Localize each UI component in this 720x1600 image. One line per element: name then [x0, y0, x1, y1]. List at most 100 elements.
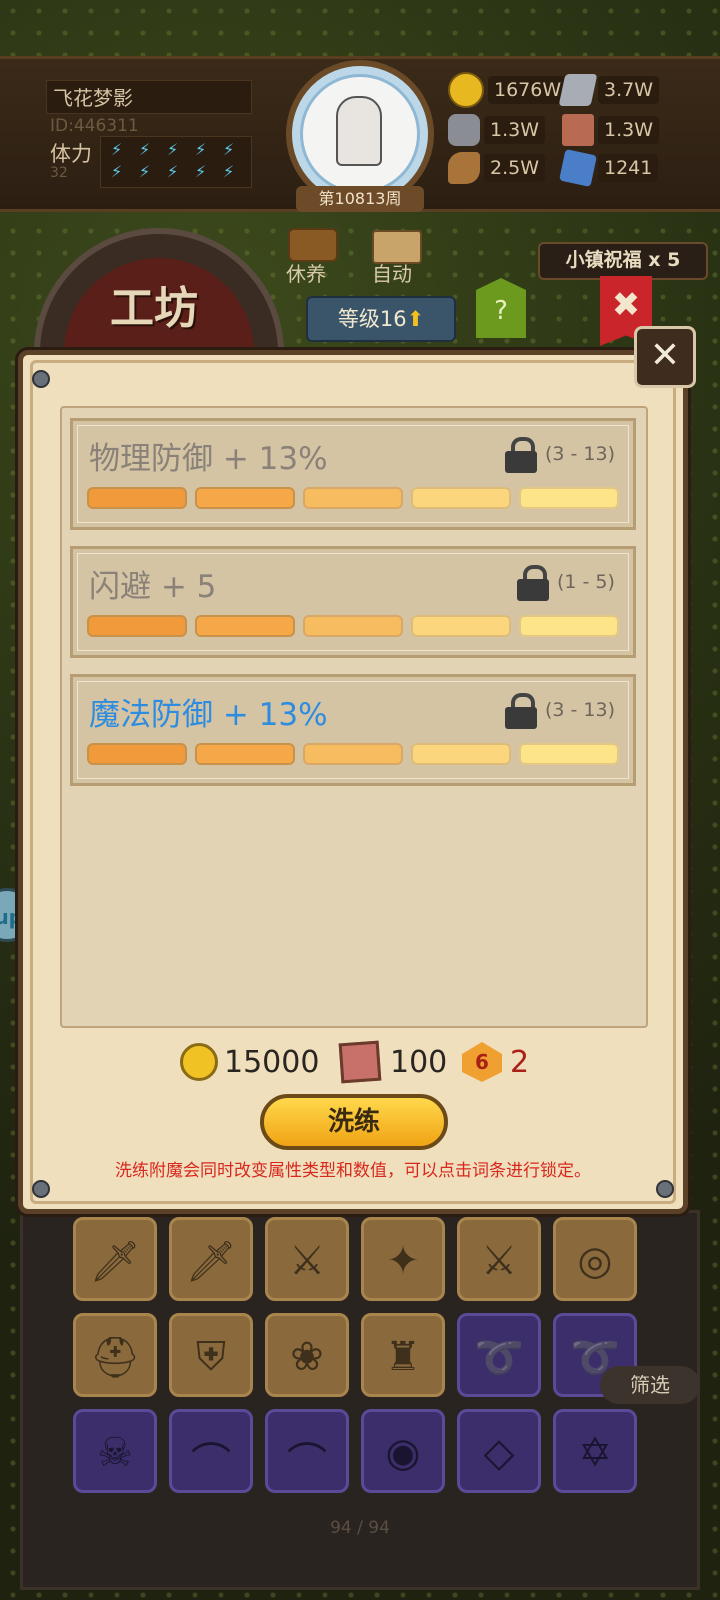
equipment-slot[interactable]: ◉: [361, 1409, 445, 1493]
page-count: 94 / 94: [330, 1518, 390, 1538]
stat-row[interactable]: 闪避 + 5 (1 - 5): [70, 546, 636, 658]
quality-segment: [411, 487, 511, 509]
leather-icon: [562, 114, 594, 146]
dice-icon: 6: [462, 1042, 502, 1082]
equipment-slot[interactable]: ❀: [265, 1313, 349, 1397]
quality-segment: [303, 487, 403, 509]
whip-icon: ➰: [474, 1335, 524, 1381]
cost-gold-value: 15000: [224, 1044, 320, 1080]
lightning-icon: ⚡: [111, 140, 123, 159]
stat-name: 魔法防御 + 13%: [89, 697, 328, 733]
stat-row[interactable]: 物理防御 + 13% (3 - 13): [70, 418, 636, 530]
lightning-icon: ⚡: [167, 162, 179, 181]
town-blessing-badge[interactable]: 小镇祝福 x 5: [538, 242, 708, 280]
spear-icon: ⚔: [481, 1238, 517, 1284]
stat-range: (1 - 5): [557, 571, 615, 593]
rest-button[interactable]: 休养: [286, 258, 326, 287]
stat-range: (3 - 13): [545, 443, 616, 465]
gem-ring-icon: ◇: [483, 1430, 515, 1476]
treasure-chest-icon[interactable]: [288, 228, 338, 262]
resource-stone: 1.3W: [448, 114, 546, 146]
equipment-slot[interactable]: ⚔: [457, 1217, 541, 1301]
equipment-slot[interactable]: ☠: [73, 1409, 157, 1493]
rivet-icon: [32, 370, 50, 388]
week-counter: 第10813周: [296, 186, 424, 212]
lightning-icon: ⚡: [223, 140, 235, 159]
wood-log-icon: [448, 152, 480, 184]
equipment-slot[interactable]: ♜: [361, 1313, 445, 1397]
lock-icon[interactable]: [505, 693, 537, 729]
rivet-icon: [656, 1180, 674, 1198]
help-button[interactable]: ?: [476, 278, 526, 338]
filter-button[interactable]: 筛选: [600, 1366, 700, 1404]
gold-coin-icon: [180, 1043, 218, 1081]
lightning-icon: ⚡: [195, 162, 207, 181]
equipment-slot[interactable]: 🗡: [73, 1217, 157, 1301]
quality-segment: [87, 487, 187, 509]
player-name: 飞花梦影: [46, 80, 252, 114]
armor-icon: ♜: [385, 1334, 421, 1380]
level-upgrade-button[interactable]: 等级16⬆: [306, 296, 456, 342]
equipment-slot[interactable]: ⌒: [169, 1409, 253, 1493]
quality-segment: [411, 615, 511, 637]
gold-coin-icon: [448, 72, 484, 108]
resource-crystal: 1241: [559, 149, 659, 187]
lightning-icon: ⚡: [139, 140, 151, 159]
helmet-icon: ⛑: [89, 1335, 141, 1381]
stat-range: (3 - 13): [545, 699, 616, 721]
player-id: ID:446311: [50, 116, 139, 136]
lightning-icon: ⚡: [223, 162, 235, 181]
equipment-slot[interactable]: 🗡: [169, 1217, 253, 1301]
lock-icon[interactable]: [517, 565, 549, 601]
equipment-slot[interactable]: ⚔: [265, 1217, 349, 1301]
quality-segment: [195, 615, 295, 637]
equipment-slot[interactable]: ⛑: [73, 1313, 157, 1397]
refine-hint: 洗练附魔会同时改变属性类型和数值，可以点击词条进行锁定。: [115, 1161, 591, 1181]
equipment-slot[interactable]: ◎: [553, 1217, 637, 1301]
equipment-slot[interactable]: ➰: [457, 1313, 541, 1397]
lightning-icon: ⚡: [195, 140, 207, 159]
resource-iron: 3.7W: [558, 74, 660, 106]
stat-name: 物理防御 + 13%: [89, 441, 328, 477]
refine-button[interactable]: 洗练: [260, 1094, 448, 1150]
quality-segment: [87, 615, 187, 637]
close-button[interactable]: ✕: [634, 326, 696, 388]
stamina-value: 32: [50, 165, 68, 181]
cost-leather-value: 100: [390, 1044, 448, 1080]
stat-name: 闪避 + 5: [89, 569, 217, 605]
dragon-shield-icon: ⛨: [196, 1334, 226, 1380]
quality-segment: [87, 743, 187, 765]
auto-button[interactable]: 自动: [372, 258, 412, 287]
fang-necklace-icon: ⌒: [191, 1440, 231, 1486]
quality-segment: [519, 743, 619, 765]
quality-segment: [519, 615, 619, 637]
fang-necklace-icon: ⌒: [287, 1440, 327, 1486]
quality-segment: [303, 743, 403, 765]
crystal-icon: [559, 149, 597, 187]
close-icon: ✕: [649, 335, 681, 376]
cost-dice: 6 2: [462, 1040, 529, 1084]
equipment-slot[interactable]: ◇: [457, 1409, 541, 1493]
cost-gold: 15000: [180, 1040, 319, 1084]
sword-icon: 🗡: [185, 1239, 237, 1285]
equipment-slot[interactable]: ⌒: [265, 1409, 349, 1493]
avatar-portrait: [336, 96, 382, 166]
lance-icon: ⚔: [289, 1238, 325, 1284]
red-collar-icon: ◉: [385, 1430, 421, 1476]
lightning-icon: ⚡: [139, 162, 151, 181]
quality-segment: [411, 743, 511, 765]
stat-row[interactable]: 魔法防御 + 13% (3 - 13): [70, 674, 636, 786]
cost-leather: 100: [338, 1040, 448, 1084]
iron-ingot-icon: [558, 74, 598, 106]
equipment-slot[interactable]: ✦: [361, 1217, 445, 1301]
equipment-slot[interactable]: ⛨: [169, 1313, 253, 1397]
stone-icon: [448, 114, 480, 146]
skull-armor-icon: ☠: [97, 1430, 133, 1476]
ring-icon: ◎: [577, 1238, 613, 1284]
equipment-slot[interactable]: ✡: [553, 1409, 637, 1493]
lock-icon[interactable]: [505, 437, 537, 473]
level-label: 等级16: [337, 307, 407, 331]
pouch-icon: ❀: [290, 1334, 324, 1380]
leather-icon: [338, 1040, 382, 1084]
resource-gold: 1676W: [448, 72, 568, 108]
